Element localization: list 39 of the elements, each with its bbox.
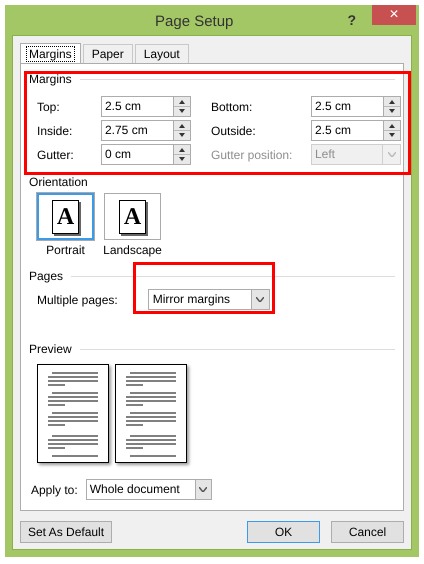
tab[interactable]: Paper <box>82 44 133 63</box>
field-label: Bottom: <box>211 98 254 116</box>
spinner-arrows-icon <box>173 97 190 116</box>
field-label: Gutter position: <box>211 146 294 164</box>
spin-field[interactable]: 2.75 cm <box>101 120 191 141</box>
orientation-option[interactable]: A <box>37 193 94 240</box>
help-button[interactable]: ? <box>343 10 360 30</box>
dialog-button[interactable]: Set As Default <box>20 521 112 543</box>
spinner-arrows-icon <box>173 145 190 164</box>
apply-to-dropdown[interactable]: Whole document <box>86 479 212 500</box>
spinner-arrows-icon <box>383 97 400 116</box>
dialog-button[interactable]: OK <box>247 521 320 543</box>
tab[interactable]: Margins <box>20 43 81 64</box>
field-label: Apply to: <box>31 482 78 498</box>
option-label: Portrait <box>46 242 85 259</box>
spin-field[interactable]: 0 cm <box>101 144 191 165</box>
option-label: Landscape <box>103 242 162 259</box>
spin-field[interactable]: 2.5 cm <box>101 96 191 117</box>
multiple-pages-dropdown[interactable]: Mirror margins <box>148 289 270 310</box>
close-button[interactable]: × <box>372 5 416 25</box>
field-label: Multiple pages: <box>37 292 118 308</box>
window-title: Page Setup <box>155 12 234 32</box>
spin-field[interactable]: 2.5 cm <box>311 120 401 141</box>
section-heading: Preview <box>29 341 72 358</box>
spinner-arrows-icon <box>173 121 190 140</box>
dialog-button[interactable]: Cancel <box>331 521 404 543</box>
section-heading: Orientation <box>29 174 88 191</box>
field-label: Top: <box>37 98 61 116</box>
section-heading: Pages <box>29 268 64 285</box>
field-label: Inside: <box>37 122 74 140</box>
orientation-option[interactable]: A <box>104 193 161 240</box>
section-heading: Margins <box>29 71 72 88</box>
chevron-down-icon <box>194 480 211 499</box>
tab[interactable]: Layout <box>134 44 189 63</box>
chevron-down-icon <box>250 290 269 309</box>
field-label: Outside: <box>211 122 257 140</box>
spin-field[interactable]: 2.5 cm <box>311 96 401 117</box>
field-label: Gutter: <box>37 146 75 164</box>
spinner-arrows-icon <box>383 121 400 140</box>
